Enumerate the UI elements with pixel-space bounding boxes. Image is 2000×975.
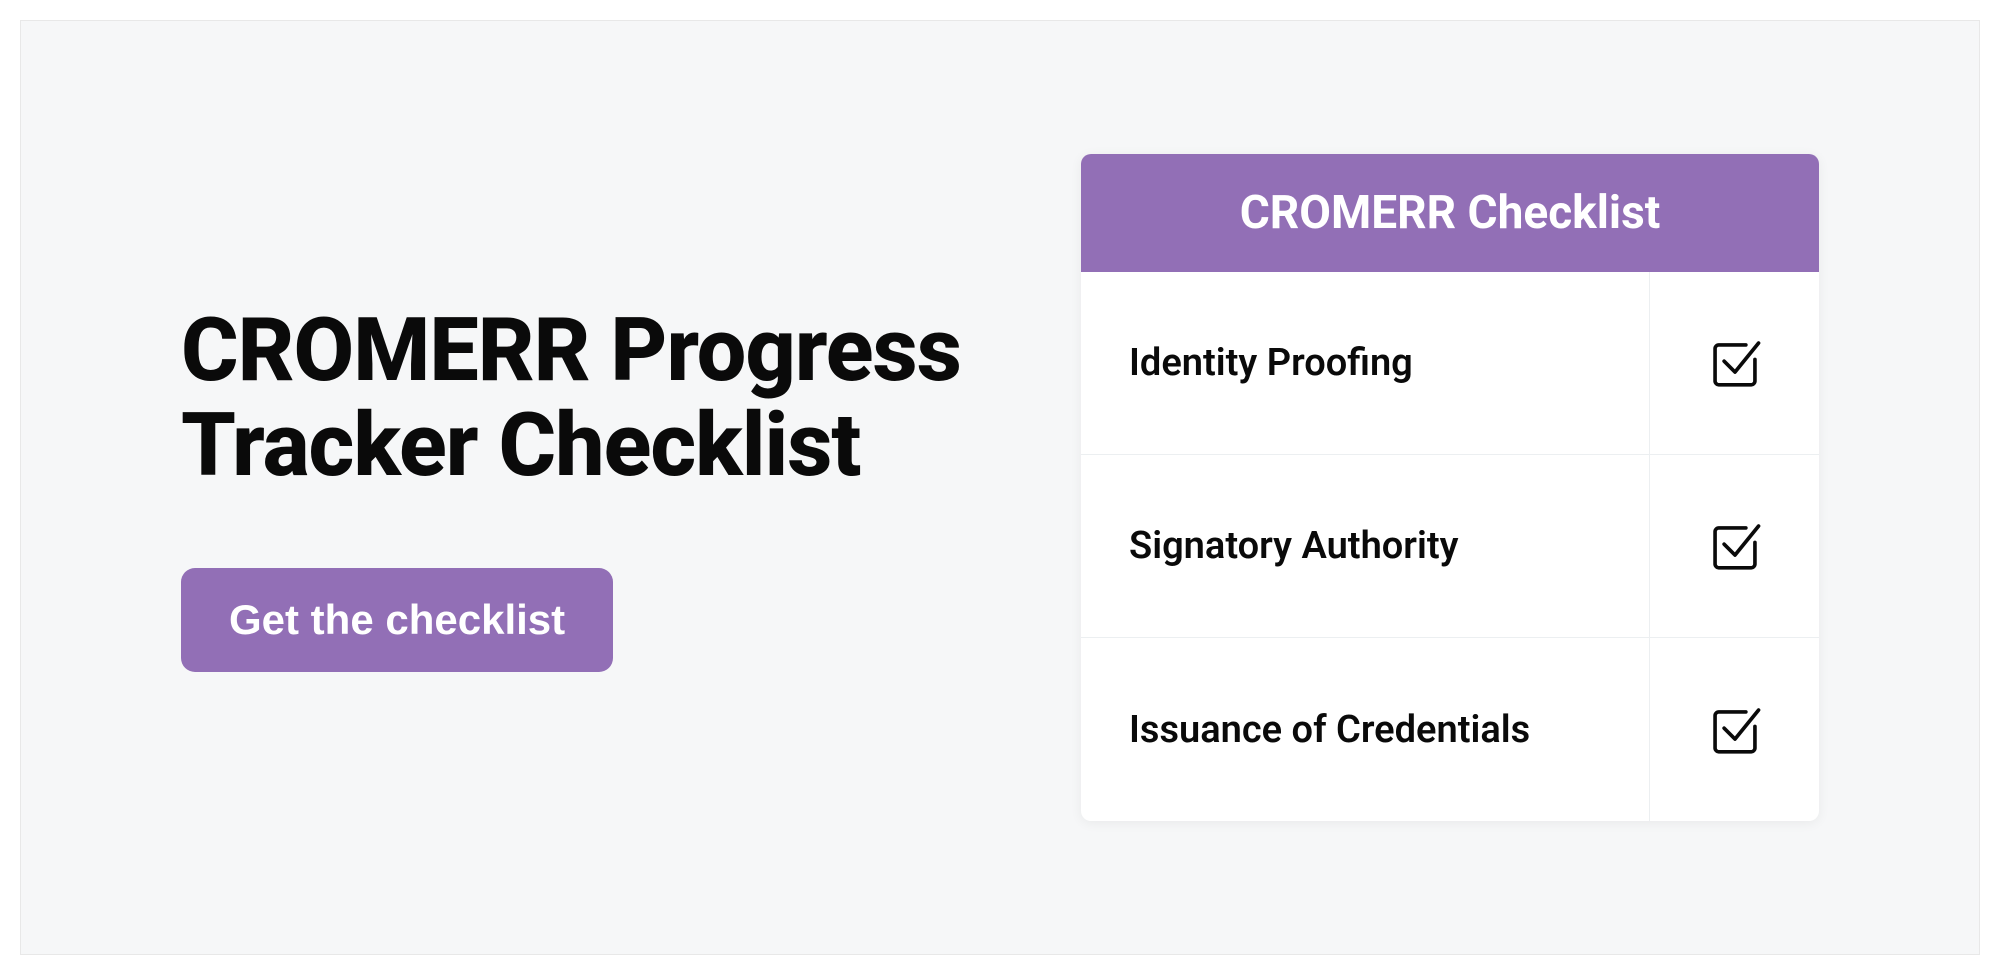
checklist-card-header: CROMERR Checklist bbox=[1081, 154, 1819, 272]
checklist-item-label: Signatory Authority bbox=[1081, 524, 1649, 568]
get-checklist-button[interactable]: Get the checklist bbox=[181, 568, 613, 672]
checklist-icon-cell bbox=[1649, 455, 1819, 637]
left-section: CROMERR Progress Tracker Checklist Get t… bbox=[181, 303, 1081, 672]
checked-box-icon bbox=[1706, 517, 1764, 575]
checklist-row: Signatory Authority bbox=[1081, 455, 1819, 638]
checklist-icon-cell bbox=[1649, 638, 1819, 821]
checked-box-icon bbox=[1706, 701, 1764, 759]
checklist-item-label: Identity Proofing bbox=[1081, 341, 1649, 385]
checklist-item-label: Issuance of Credentials bbox=[1081, 708, 1649, 752]
checklist-card: CROMERR Checklist Identity Proofing Sign… bbox=[1081, 154, 1819, 821]
page-title: CROMERR Progress Tracker Checklist bbox=[181, 303, 1081, 493]
checklist-row: Identity Proofing bbox=[1081, 272, 1819, 455]
checked-box-icon bbox=[1706, 334, 1764, 392]
checklist-row: Issuance of Credentials bbox=[1081, 638, 1819, 821]
checklist-icon-cell bbox=[1649, 272, 1819, 454]
content-frame: CROMERR Progress Tracker Checklist Get t… bbox=[20, 20, 1980, 955]
